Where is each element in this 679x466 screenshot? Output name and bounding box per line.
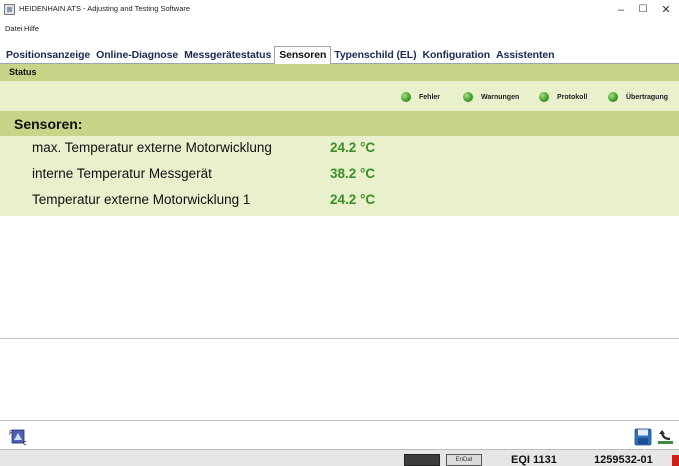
menu-bar: Datei Hilfe — [0, 22, 679, 36]
device-connection-icon — [404, 454, 440, 466]
sensor-value: 24.2 °C — [330, 140, 376, 155]
indicator-label: Übertragung — [626, 93, 668, 101]
exit-icon[interactable] — [656, 428, 675, 446]
interface-icon: EnDat — [446, 454, 482, 466]
tab-online-diagnose[interactable]: Online-Diagnose — [93, 47, 181, 64]
sensor-name: max. Temperatur externe Motorwicklung — [32, 140, 272, 155]
sensor-list: max. Temperatur externe Motorwicklung 24… — [0, 136, 679, 216]
menu-item-datei[interactable]: Datei — [5, 24, 23, 33]
tab-bar: Positionsanzeige Online-Diagnose Messger… — [0, 46, 679, 65]
encoder-id: 1259532-01 — [594, 454, 653, 466]
tab-sensoren[interactable]: Sensoren — [274, 46, 332, 65]
indicator-label: Warnungen — [481, 93, 520, 101]
close-button[interactable]: ✕ — [653, 2, 679, 18]
sensor-name: interne Temperatur Messgerät — [32, 166, 212, 181]
sensor-name: Temperatur externe Motorwicklung 1 — [32, 192, 251, 207]
sensor-row: interne Temperatur Messgerät 38.2 °C — [0, 162, 679, 186]
tab-strip: Positionsanzeige Online-Diagnose Messger… — [0, 46, 557, 65]
status-led-icon — [608, 92, 618, 102]
sensor-section-title: Sensoren: — [14, 116, 83, 132]
sensor-value: 38.2 °C — [330, 166, 376, 181]
indicator-fehler: Fehler — [401, 91, 440, 103]
function-tool-icon[interactable]: c F — [9, 428, 29, 447]
save-icon[interactable] — [634, 428, 652, 446]
pane-divider — [0, 338, 679, 339]
sensor-value: 24.2 °C — [330, 192, 376, 207]
tab-assistenten[interactable]: Assistenten — [493, 47, 557, 64]
status-led-icon — [539, 92, 549, 102]
tab-messgeraetestatus[interactable]: Messgerätestatus — [181, 47, 274, 64]
window-title: HEIDENHAIN ATS - Adjusting and Testing S… — [19, 4, 191, 13]
indicator-label: Fehler — [419, 93, 441, 101]
status-header: Status — [0, 64, 679, 81]
indicator-uebertragung: Übertragung — [608, 91, 668, 103]
status-bar — [0, 449, 679, 466]
status-label: Status — [9, 67, 37, 77]
indicator-label: Protokoll — [557, 93, 588, 101]
status-led-icon — [401, 92, 411, 102]
svg-text:c: c — [23, 439, 27, 446]
svg-text:F: F — [9, 430, 13, 437]
status-led-icon — [463, 92, 473, 102]
pane-divider — [0, 420, 679, 421]
app-icon — [4, 4, 15, 15]
tab-konfiguration[interactable]: Konfiguration — [420, 47, 494, 64]
indicator-protokoll: Protokoll — [539, 91, 587, 103]
tab-typenschild[interactable]: Typenschild (EL) — [331, 47, 419, 64]
title-bar: HEIDENHAIN ATS - Adjusting and Testing S… — [0, 0, 679, 22]
sensor-row: Temperatur externe Motorwicklung 1 24.2 … — [0, 188, 679, 212]
alert-indicator-icon — [672, 455, 679, 466]
encoder-model: EQI 1131 — [511, 454, 557, 466]
sensor-row: max. Temperatur externe Motorwicklung 24… — [0, 136, 679, 160]
menu-item-hilfe[interactable]: Hilfe — [24, 24, 39, 33]
tab-positionsanzeige[interactable]: Positionsanzeige — [3, 47, 93, 64]
indicator-warnungen: Warnungen — [463, 91, 519, 103]
status-indicators: Fehler Warnungen Protokoll Übertragung — [0, 81, 679, 111]
sensor-section-header: Sensoren: — [0, 111, 679, 136]
